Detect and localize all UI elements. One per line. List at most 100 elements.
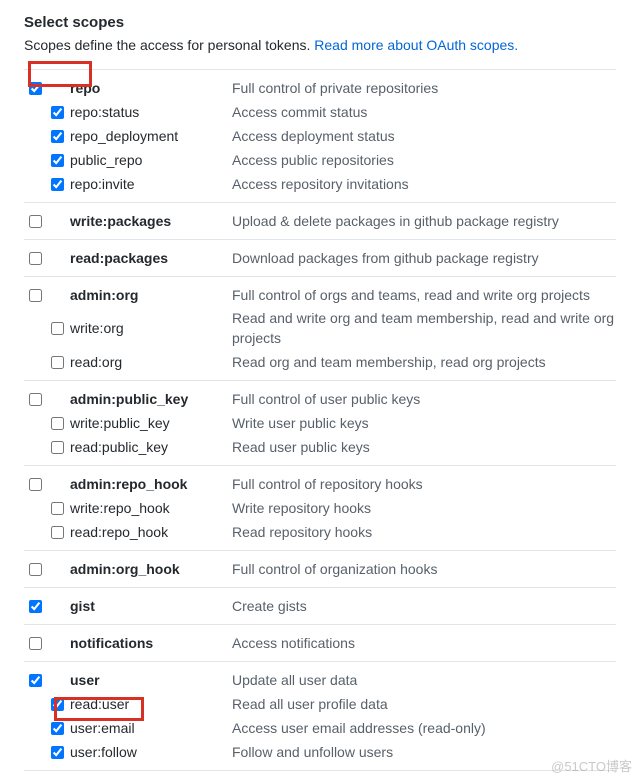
scope-checkbox[interactable]	[29, 215, 42, 228]
scope-name: gist	[68, 597, 232, 617]
scopes-subtext-prefix: Scopes define the access for personal to…	[24, 37, 314, 53]
scope-checkbox[interactable]	[51, 178, 64, 191]
scope-parent-row: gistCreate gists	[24, 594, 616, 618]
scope-desc: Read and write org and team membership, …	[232, 309, 616, 348]
scope-desc: Full control of organization hooks	[232, 560, 616, 580]
scope-parent-row: write:packagesUpload & delete packages i…	[24, 209, 616, 233]
scope-name: notifications	[68, 634, 232, 654]
scope-checkbox[interactable]	[29, 637, 42, 650]
scope-list: repoFull control of private repositories…	[24, 69, 616, 771]
scope-parent-row: admin:org_hookFull control of organizati…	[24, 557, 616, 581]
scope-checkbox[interactable]	[29, 478, 42, 491]
scope-child-row: write:orgRead and write org and team mem…	[24, 307, 616, 350]
scope-name: repo_deployment	[68, 127, 232, 147]
scope-parent-row: admin:public_keyFull control of user pub…	[24, 387, 616, 411]
scope-desc: Full control of repository hooks	[232, 475, 616, 495]
scope-desc: Access repository invitations	[232, 175, 616, 195]
scope-checkbox[interactable]	[51, 322, 64, 335]
scope-desc: Access user email addresses (read-only)	[232, 719, 616, 739]
scope-name: admin:org	[68, 286, 232, 306]
scope-parent-row: repoFull control of private repositories	[24, 76, 616, 100]
scope-desc: Access deployment status	[232, 127, 616, 147]
scope-checkbox[interactable]	[51, 417, 64, 430]
scope-checkbox[interactable]	[29, 289, 42, 302]
scopes-panel: Select scopes Scopes define the access f…	[0, 0, 640, 781]
scope-desc: Full control of orgs and teams, read and…	[232, 286, 616, 306]
scope-child-row: repo_deploymentAccess deployment status	[24, 124, 616, 148]
scope-group: admin:public_keyFull control of user pub…	[24, 381, 616, 466]
scope-name: admin:public_key	[68, 390, 232, 410]
scope-desc: Access commit status	[232, 103, 616, 123]
scope-desc: Read repository hooks	[232, 523, 616, 543]
scope-name: user	[68, 671, 232, 691]
scope-child-row: user:followFollow and unfollow users	[24, 740, 616, 764]
scope-checkbox[interactable]	[51, 698, 64, 711]
scope-name: admin:org_hook	[68, 560, 232, 580]
scope-group: admin:orgFull control of orgs and teams,…	[24, 277, 616, 381]
scope-desc: Upload & delete packages in github packa…	[232, 212, 616, 232]
scope-name: write:org	[68, 319, 232, 339]
scope-child-row: write:repo_hookWrite repository hooks	[24, 496, 616, 520]
scope-checkbox[interactable]	[29, 600, 42, 613]
scope-desc: Full control of user public keys	[232, 390, 616, 410]
scope-name: read:repo_hook	[68, 523, 232, 543]
scope-group: admin:org_hookFull control of organizati…	[24, 551, 616, 588]
scope-checkbox[interactable]	[51, 130, 64, 143]
scope-name: write:packages	[68, 212, 232, 232]
scope-name: public_repo	[68, 151, 232, 171]
scope-desc: Write repository hooks	[232, 499, 616, 519]
scope-child-row: write:public_keyWrite user public keys	[24, 411, 616, 435]
scopes-heading: Select scopes	[24, 14, 616, 31]
scope-desc: Read all user profile data	[232, 695, 616, 715]
scope-checkbox[interactable]	[51, 106, 64, 119]
scope-child-row: read:userRead all user profile data	[24, 692, 616, 716]
scope-desc: Access notifications	[232, 634, 616, 654]
scope-child-row: public_repoAccess public repositories	[24, 148, 616, 172]
scope-name: read:org	[68, 353, 232, 373]
scope-child-row: repo:inviteAccess repository invitations	[24, 172, 616, 196]
scope-child-row: read:orgRead org and team membership, re…	[24, 350, 616, 374]
oauth-scopes-link[interactable]: Read more about OAuth scopes.	[314, 37, 518, 53]
scope-child-row: repo:statusAccess commit status	[24, 100, 616, 124]
scope-checkbox[interactable]	[51, 746, 64, 759]
scope-checkbox[interactable]	[29, 252, 42, 265]
scope-name: repo:invite	[68, 175, 232, 195]
scope-parent-row: userUpdate all user data	[24, 668, 616, 692]
scope-desc: Read org and team membership, read org p…	[232, 353, 616, 373]
scope-checkbox[interactable]	[29, 393, 42, 406]
scope-name: repo	[68, 79, 232, 99]
scope-name: read:public_key	[68, 438, 232, 458]
scope-checkbox[interactable]	[51, 154, 64, 167]
scope-checkbox[interactable]	[51, 441, 64, 454]
scope-group: write:packagesUpload & delete packages i…	[24, 203, 616, 240]
watermark: @51CTO博客	[551, 756, 632, 775]
scope-parent-row: admin:repo_hookFull control of repositor…	[24, 472, 616, 496]
scope-desc: Full control of private repositories	[232, 79, 616, 99]
scope-name: admin:repo_hook	[68, 475, 232, 495]
scope-child-row: user:emailAccess user email addresses (r…	[24, 716, 616, 740]
scope-parent-row: notificationsAccess notifications	[24, 631, 616, 655]
scope-checkbox[interactable]	[29, 563, 42, 576]
scope-name: write:public_key	[68, 414, 232, 434]
scope-group: gistCreate gists	[24, 588, 616, 625]
scope-name: read:user	[68, 695, 232, 715]
scope-desc: Read user public keys	[232, 438, 616, 458]
scope-checkbox[interactable]	[29, 82, 42, 95]
scopes-subtext: Scopes define the access for personal to…	[24, 35, 616, 55]
scope-checkbox[interactable]	[51, 722, 64, 735]
scope-name: user:email	[68, 719, 232, 739]
scope-name: repo:status	[68, 103, 232, 123]
scope-group: userUpdate all user dataread:userRead al…	[24, 662, 616, 771]
scope-parent-row: admin:orgFull control of orgs and teams,…	[24, 283, 616, 307]
scope-parent-row: read:packagesDownload packages from gith…	[24, 246, 616, 270]
scope-checkbox[interactable]	[51, 502, 64, 515]
scope-child-row: read:public_keyRead user public keys	[24, 435, 616, 459]
scope-name: read:packages	[68, 249, 232, 269]
scope-desc: Download packages from github package re…	[232, 249, 616, 269]
scope-group: repoFull control of private repositories…	[24, 70, 616, 203]
scope-checkbox[interactable]	[51, 526, 64, 539]
scope-checkbox[interactable]	[29, 674, 42, 687]
scope-checkbox[interactable]	[51, 356, 64, 369]
scope-group: admin:repo_hookFull control of repositor…	[24, 466, 616, 551]
scope-desc: Create gists	[232, 597, 616, 617]
